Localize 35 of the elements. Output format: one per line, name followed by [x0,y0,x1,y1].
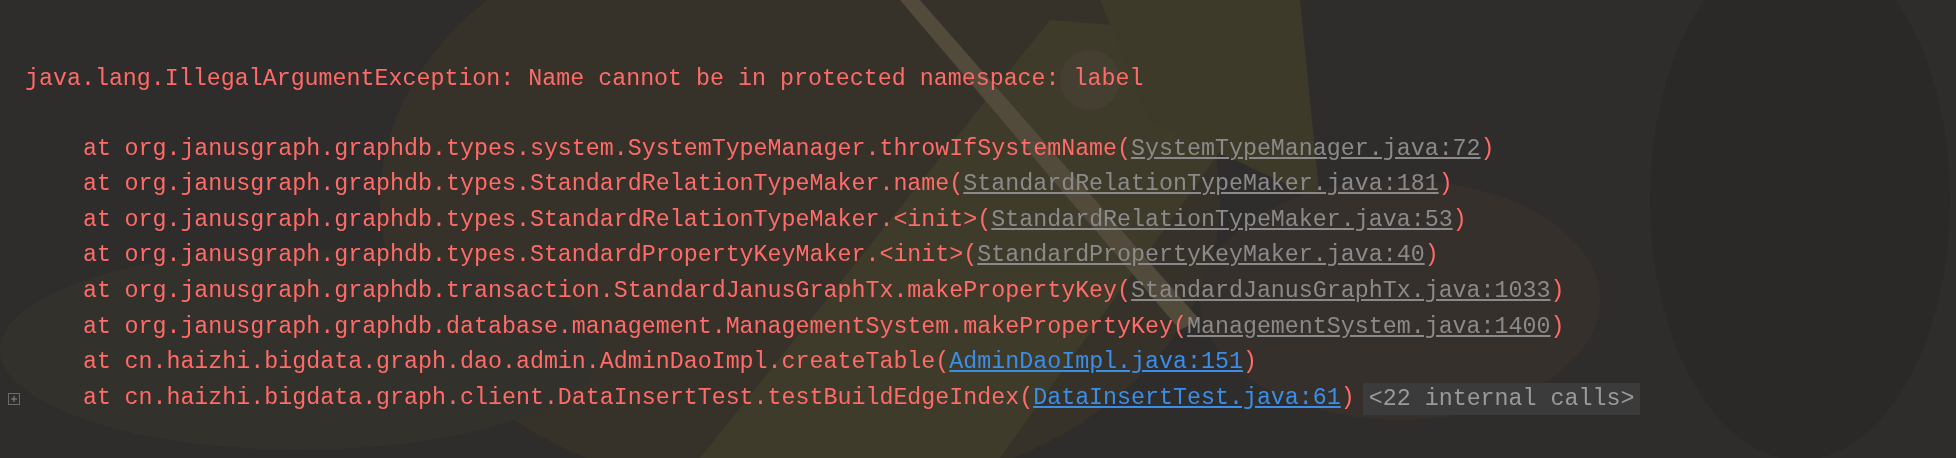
source-link[interactable]: StandardRelationTypeMaker.java:53 [991,202,1453,239]
closing-paren: ) [1242,348,1257,378]
source-link[interactable]: StandardRelationTypeMaker.java:181 [963,167,1439,203]
closing-paren: ) [1424,241,1439,271]
at-keyword: at [83,241,111,271]
method-name: org.janusgraph.graphdb.types.StandardRelationTypeMaker.<init>( [124,205,992,235]
source-link[interactable]: StandardPropertyKeyMaker.java:40 [977,238,1425,274]
source-link[interactable]: ManagementSystem.java:1400 [1187,309,1551,346]
source-link[interactable]: AdminDaoImpl.java:151 [949,345,1243,381]
closing-paren: ) [1438,170,1453,200]
at-keyword: at [83,276,111,306]
closing-paren: ) [1550,312,1565,342]
method-name: cn.haizhi.bigdata.graph.dao.admin.AdminDaoImpl.createTable( [124,348,950,378]
method-name: org.janusgraph.graphdb.transaction.StandardJanusGraphTx.makePropertyKey( [124,276,1132,306]
source-link[interactable]: DataInsertTest.java:61 [1033,380,1341,417]
at-keyword: at [83,312,111,342]
method-name: org.janusgraph.graphdb.types.StandardPropertyKeyMaker.<init>( [124,241,978,271]
closing-paren: ) [1340,383,1355,413]
at-keyword: at [83,205,111,235]
at-keyword: at [83,383,111,413]
method-name: org.janusgraph.graphdb.types.system.SystemTypeManager.throwIfSystemName( [124,134,1132,164]
closing-paren: ) [1452,205,1467,235]
expand-icon[interactable] [8,392,20,405]
at-keyword: at [83,134,111,164]
method-name: org.janusgraph.graphdb.types.StandardRelationTypeMaker.name( [124,170,964,200]
at-keyword: at [83,348,111,378]
closing-paren: ) [1480,134,1495,164]
internal-calls-badge[interactable]: <22 internal calls> [1362,382,1641,415]
at-keyword: at [83,170,111,200]
exception-message: java.lang.IllegalArgumentException: Name cannot be in protected namespace: label [25,65,1145,94]
source-link[interactable]: SystemTypeManager.java:72 [1131,131,1481,168]
method-name: org.janusgraph.graphdb.database.management.ManagementSystem.makePropertyKey( [124,312,1187,342]
source-link[interactable]: StandardJanusGraphTx.java:1033 [1131,273,1551,310]
method-name: cn.haizhi.bigdata.graph.client.DataInsertTest.testBuildEdgeIndex( [124,383,1034,413]
closing-paren: ) [1550,276,1565,306]
